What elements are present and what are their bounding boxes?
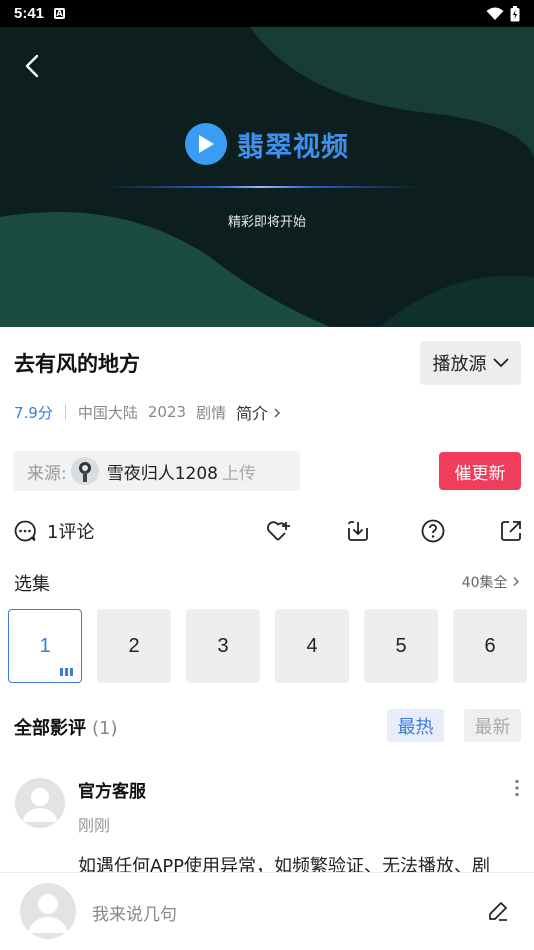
- comment-time: 刚刚: [78, 816, 111, 835]
- wifi-icon: [486, 7, 504, 20]
- loading-line: [104, 186, 420, 188]
- episode-number: 4: [306, 634, 318, 657]
- chevron-down-icon: [492, 358, 509, 368]
- more-options-icon[interactable]: [507, 778, 527, 798]
- episode-item[interactable]: 5: [364, 609, 438, 683]
- episodes-title: 选集: [14, 574, 50, 595]
- sort-new-button[interactable]: 最新: [464, 709, 521, 742]
- comment-icon: [14, 520, 36, 542]
- reviews-title: 全部影评 (1): [14, 714, 118, 740]
- app-logo: 翡翠视频: [0, 123, 534, 165]
- episode-item[interactable]: 4: [275, 609, 349, 683]
- player-background: [0, 27, 534, 327]
- notification-icon: A: [54, 8, 66, 19]
- source-select-button[interactable]: 播放源: [420, 341, 521, 385]
- episode-number: 3: [217, 634, 229, 657]
- comment-count: 1评论: [47, 522, 95, 543]
- video-genre: 剧情: [196, 403, 227, 422]
- download-icon[interactable]: [345, 518, 371, 544]
- uploader-label: 来源:: [27, 463, 67, 484]
- comment-input[interactable]: 我来说几句: [92, 900, 177, 925]
- meta-divider: [64, 404, 66, 420]
- intro-link[interactable]: 简介: [236, 400, 281, 424]
- sort-hot-button[interactable]: 最热: [387, 709, 444, 742]
- reviews-count: (1): [92, 718, 118, 739]
- action-bar: 1评论: [0, 512, 534, 552]
- player-hint: 精彩即将开始: [227, 215, 306, 230]
- episode-item[interactable]: 2: [97, 609, 171, 683]
- video-title: 去有风的地方: [14, 352, 140, 376]
- episode-item[interactable]: 6: [453, 609, 527, 683]
- episodes-all-link[interactable]: 40集全: [462, 572, 520, 592]
- episode-number: 5: [395, 634, 407, 657]
- uploader-name: 雪夜归人1208: [106, 463, 218, 484]
- logo-text: 翡翠视频: [237, 131, 349, 163]
- comment-bar: 我来说几句: [0, 872, 534, 950]
- video-year: 2023: [147, 403, 187, 421]
- reviews-title-text: 全部影评: [14, 718, 86, 739]
- comment-author[interactable]: 官方客服: [78, 777, 146, 802]
- episode-number: 6: [484, 634, 496, 657]
- comment-count-button[interactable]: 1评论: [13, 518, 94, 544]
- status-right: [486, 5, 520, 22]
- uploader-suffix: 上传: [222, 463, 256, 484]
- episode-list: 1 2 3 4 5 6: [8, 609, 527, 683]
- video-meta: 7.9分 中国大陆 2023 剧情 简介: [14, 400, 281, 424]
- urge-update-button[interactable]: 催更新: [439, 452, 521, 490]
- comment-avatar[interactable]: [15, 778, 65, 828]
- play-logo-icon: [185, 123, 227, 165]
- uploader-avatar: [70, 457, 99, 485]
- playing-bars-icon: [60, 668, 73, 676]
- battery-icon: [510, 5, 520, 21]
- episode-number: 2: [128, 634, 140, 657]
- help-icon[interactable]: [420, 518, 446, 544]
- episode-number: 1: [39, 634, 51, 657]
- source-select-label: 播放源: [432, 354, 487, 375]
- uploader-info[interactable]: 来源: 雪夜归人1208 上传: [13, 451, 300, 491]
- status-time: 5:41: [14, 5, 45, 22]
- intro-label: 简介: [236, 404, 269, 423]
- user-avatar: [20, 883, 76, 939]
- episodes-total: 40集全: [461, 575, 508, 591]
- video-player[interactable]: 翡翠视频 精彩即将开始: [0, 27, 534, 327]
- status-bar: 5:41 A: [0, 0, 534, 27]
- back-button[interactable]: [18, 51, 48, 81]
- video-score: 7.9分: [14, 403, 53, 422]
- episode-item[interactable]: 1: [8, 609, 82, 683]
- favorite-add-icon[interactable]: [265, 518, 291, 544]
- episode-item[interactable]: 3: [186, 609, 260, 683]
- chevron-right-icon: [274, 408, 281, 418]
- edit-icon[interactable]: [486, 899, 510, 923]
- share-icon[interactable]: [498, 518, 524, 544]
- chevron-right-icon: [513, 577, 519, 586]
- video-region: 中国大陆: [77, 403, 138, 422]
